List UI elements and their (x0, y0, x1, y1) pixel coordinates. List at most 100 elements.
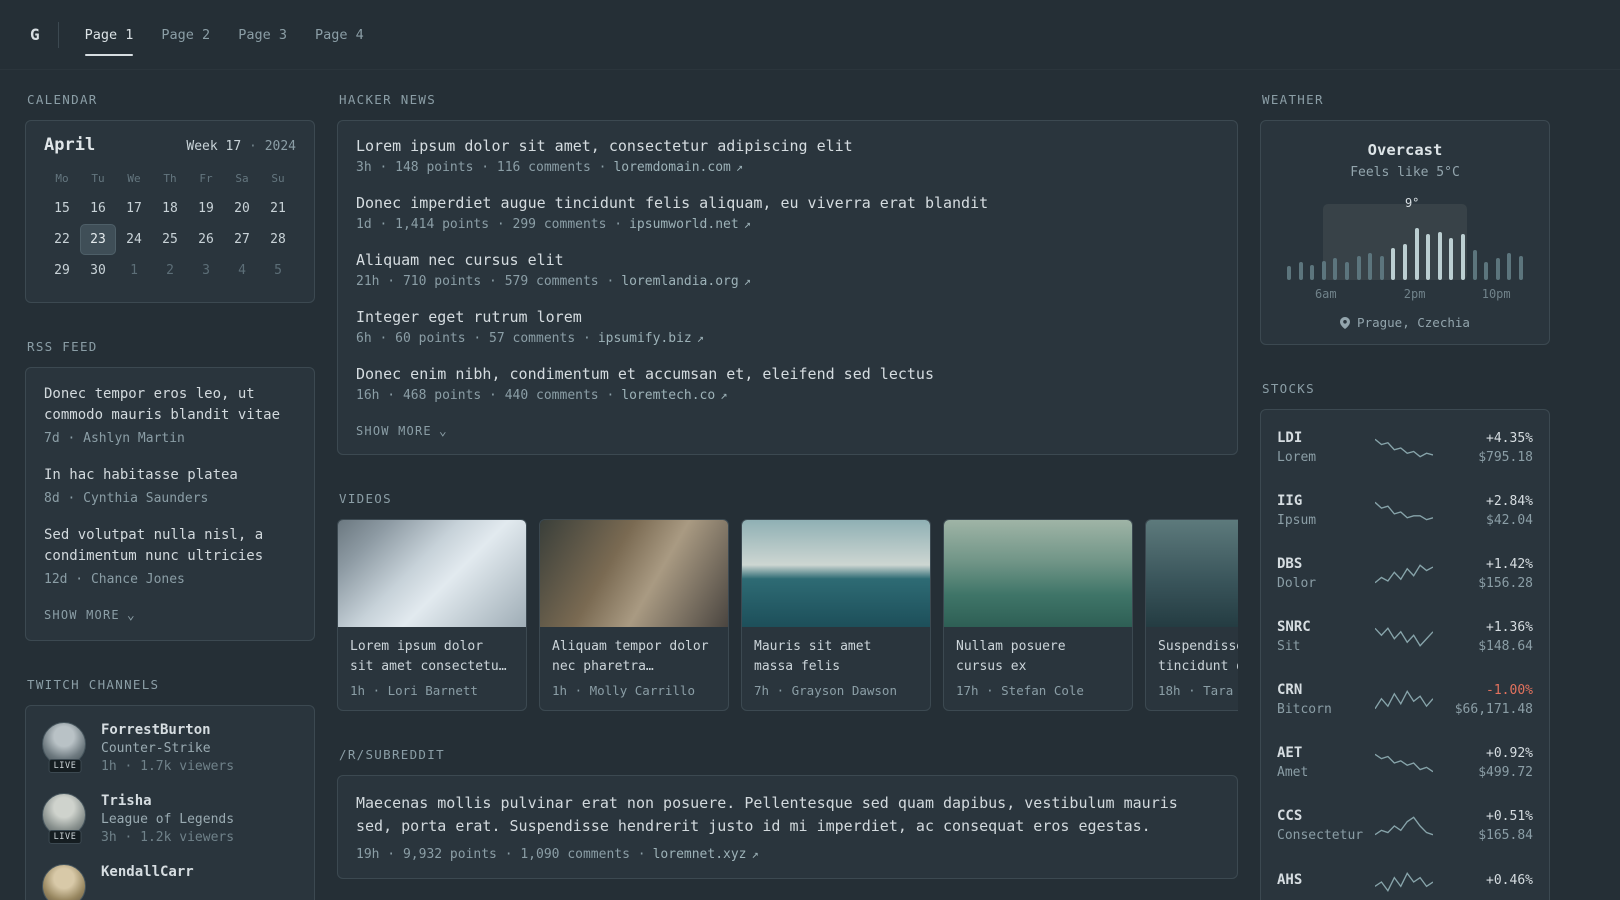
twitch-channel-row[interactable]: LIVE ForrestBurton Counter-Strike 1h · 1… (42, 722, 298, 774)
video-thumbnail[interactable] (338, 520, 526, 627)
tab-label: Page 3 (238, 26, 287, 43)
stock-identity: DBS Dolor (1277, 556, 1316, 591)
hn-domain-link[interactable]: loremdomain.com (613, 160, 730, 175)
stock-change: +2.84% (1486, 493, 1533, 509)
video-thumbnail[interactable] (944, 520, 1132, 627)
logo-divider (57, 21, 59, 48)
right-column: WEATHER Overcast Feels like 5°C 9° 6am 2… (1260, 92, 1550, 900)
app-logo[interactable]: G (30, 25, 40, 44)
stock-sparkline (1375, 626, 1433, 647)
stock-values: +0.92% $499.72 (1449, 746, 1533, 780)
video-card[interactable]: Aliquam tempor dolor nec pharetra… 1h · … (539, 519, 729, 711)
twitch-channel-name[interactable]: KendallCarr (101, 864, 194, 880)
stock-row[interactable]: AET Amet +0.92% $499.72 (1261, 731, 1549, 794)
weather-bar (1437, 232, 1442, 280)
hn-item-title[interactable]: Integer eget rutrum lorem (356, 308, 1219, 326)
weather-bar (1356, 256, 1361, 280)
hn-domain-link[interactable]: loremlandia.org (621, 274, 738, 289)
stock-ticker: AHS (1277, 872, 1303, 888)
stock-row[interactable]: AHS +0.46% (1261, 857, 1549, 900)
stock-change: +4.35% (1486, 430, 1533, 446)
weather-chart: 9° (1285, 196, 1525, 280)
stock-sparkline (1375, 689, 1433, 709)
twitch-section: TWITCH CHANNELS LIVE ForrestBurton Count… (25, 677, 315, 900)
tab-page-2[interactable]: Page 2 (147, 0, 224, 69)
video-thumbnail[interactable] (540, 520, 728, 627)
subreddit-post-title[interactable]: Maecenas mollis pulvinar erat non posuer… (356, 792, 1219, 839)
hn-item-title[interactable]: Lorem ipsum dolor sit amet, consectetur … (356, 137, 1219, 155)
calendar-day: 19 (198, 201, 214, 216)
calendar-day: 24 (126, 232, 142, 247)
video-meta: 1h · Molly Carrillo (552, 683, 695, 698)
video-title[interactable]: Lorem ipsum dolor sit amet consectetu… (350, 637, 514, 676)
live-badge: LIVE (48, 759, 82, 773)
stock-row[interactable]: IIG Ipsum +2.84% $42.04 (1261, 479, 1549, 542)
subreddit-post-meta: 19h · 9,932 points · 1,090 comments · lor… (356, 847, 1219, 862)
show-more-label: SHOW MORE (44, 608, 120, 622)
calendar-days-grid: 15 16 17 18 19 20 21 22 23 24 25 26 27 28 29 30 1 2 3 4 5 (44, 193, 296, 286)
hn-item: Integer eget rutrum lorem 6h · 60 points… (356, 308, 1219, 346)
hn-item-title[interactable]: Aliquam nec cursus elit (356, 251, 1219, 269)
video-title[interactable]: Nullam posuere cursus ex (956, 637, 1120, 676)
twitch-channel-name[interactable]: Trisha (101, 793, 234, 809)
stock-values: +2.84% $42.04 (1449, 494, 1533, 528)
twitch-channel-name[interactable]: ForrestBurton (101, 722, 234, 738)
stock-row[interactable]: CCS Consectetur +0.51% $165.84 (1261, 794, 1549, 857)
top-nav: G Page 1 Page 2 Page 3 Page 4 (0, 0, 1620, 70)
videos-row: Lorem ipsum dolor sit amet consectetu… 1… (337, 519, 1238, 711)
weather-heading: WEATHER (1262, 92, 1324, 107)
stock-row[interactable]: LDI Lorem +4.35% $795.18 (1261, 416, 1549, 479)
live-badge: LIVE (48, 830, 82, 844)
stocks-heading: STOCKS (1262, 381, 1315, 396)
video-thumbnail[interactable] (1146, 520, 1238, 627)
hn-item-title[interactable]: Donec enim nibh, condimentum et accumsan… (356, 365, 1219, 383)
hn-item-title[interactable]: Donec imperdiet augue tincidunt felis al… (356, 194, 1219, 212)
calendar-year: 2024 (264, 139, 296, 154)
video-card[interactable]: Mauris sit amet massa felis 7h · Grayson… (741, 519, 931, 711)
rss-item-title[interactable]: Sed volutpat nulla nisl, a condimentum n… (44, 525, 296, 567)
stock-price: $165.84 (1478, 827, 1533, 843)
weather-time-label: 6am (1314, 287, 1337, 301)
stock-change: -1.00% (1486, 682, 1533, 698)
hn-domain-link[interactable]: loremtech.co (621, 388, 715, 403)
subreddit-domain-link[interactable]: loremnet.xyz (653, 847, 747, 862)
weather-bar (1495, 258, 1500, 280)
tab-label: Page 1 (84, 26, 134, 43)
hn-item: Donec enim nibh, condimentum et accumsan… (356, 365, 1219, 403)
stock-row[interactable]: DBS Dolor +1.42% $156.28 (1261, 542, 1549, 605)
weather-peak-temp: 9° (1404, 196, 1420, 210)
video-title[interactable]: Suspendisse tincidunt diam (1158, 637, 1238, 676)
stock-price: $499.72 (1478, 764, 1533, 780)
hn-domain-link[interactable]: ipsumify.biz (598, 331, 692, 346)
stock-row[interactable]: SNRC Sit +1.36% $148.64 (1261, 605, 1549, 668)
rss-item-title[interactable]: Donec tempor eros leo, ut commodo mauris… (44, 384, 296, 426)
video-thumbnail[interactable] (742, 520, 930, 627)
tab-page-1[interactable]: Page 1 (71, 0, 148, 69)
hn-domain-link[interactable]: ipsumworld.net (629, 217, 739, 232)
twitch-channel-row[interactable]: KendallCarr (42, 864, 298, 900)
video-title[interactable]: Mauris sit amet massa felis (754, 637, 918, 676)
stock-price: $66,171.48 (1454, 701, 1533, 717)
video-card[interactable]: Suspendisse tincidunt diam 18h · Tara (1145, 519, 1238, 711)
weather-time-label: 2pm (1403, 287, 1426, 301)
stock-row[interactable]: CRN Bitcorn -1.00% $66,171.48 (1261, 668, 1549, 731)
stock-identity: CRN Bitcorn (1277, 682, 1332, 717)
tab-page-4[interactable]: Page 4 (301, 0, 378, 69)
weather-bar (1310, 265, 1315, 280)
videos-section: VIDEOS Lorem ipsum dolor sit amet consec… (337, 491, 1238, 711)
tab-page-3[interactable]: Page 3 (224, 0, 301, 69)
video-card[interactable]: Nullam posuere cursus ex 17h · Stefan Co… (943, 519, 1133, 711)
external-link-icon: ↗ (696, 331, 704, 345)
video-card[interactable]: Lorem ipsum dolor sit amet consectetu… 1… (337, 519, 527, 711)
stock-identity: AHS (1277, 872, 1302, 892)
weather-bar (1484, 262, 1489, 280)
hn-show-more-button[interactable]: SHOW MORE ⌄ (356, 422, 448, 446)
rss-item-title[interactable]: In hac habitasse platea (44, 465, 296, 486)
video-title[interactable]: Aliquam tempor dolor nec pharetra… (552, 637, 716, 676)
calendar-day: 18 (162, 201, 178, 216)
external-link-icon: ↗ (743, 217, 751, 231)
twitch-channel-row[interactable]: LIVE Trisha League of Legends 3h · 1.2k … (42, 793, 298, 845)
rss-show-more-button[interactable]: SHOW MORE ⌄ (44, 606, 136, 630)
calendar-day: 16 (90, 201, 106, 216)
stock-name: Dolor (1277, 576, 1317, 591)
